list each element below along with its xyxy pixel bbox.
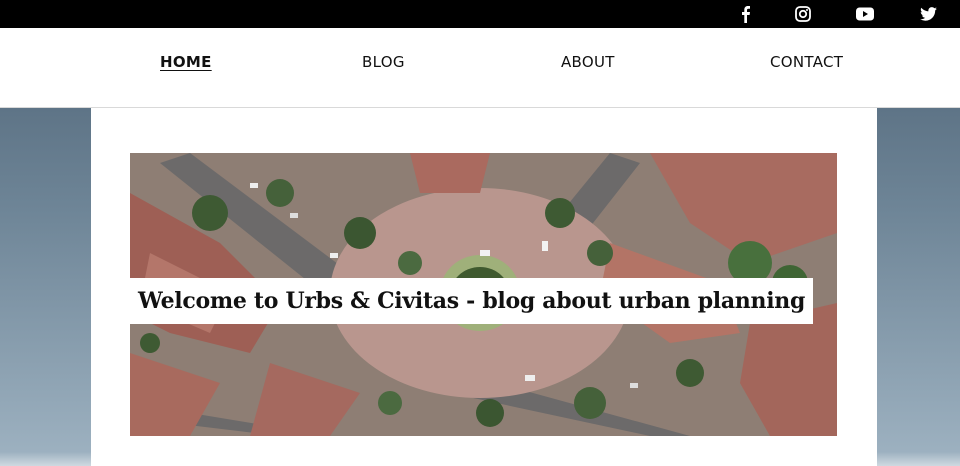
instagram-icon[interactable] <box>792 4 814 24</box>
social-bar <box>0 0 960 28</box>
hero-title: Welcome to Urbs & Civitas - blog about u… <box>138 288 806 314</box>
main-navigation: HOME BLOG ABOUT CONTACT <box>0 28 960 108</box>
nav-home[interactable]: HOME <box>160 52 212 72</box>
youtube-icon[interactable] <box>854 4 876 24</box>
nav-contact[interactable]: CONTACT <box>770 52 843 72</box>
twitter-icon[interactable] <box>917 4 939 24</box>
page-bottom-fade <box>0 452 960 466</box>
nav-blog[interactable]: BLOG <box>362 52 405 72</box>
nav-about[interactable]: ABOUT <box>561 52 615 72</box>
content-area: Welcome to Urbs & Civitas - blog about u… <box>91 108 877 466</box>
facebook-icon[interactable] <box>734 4 756 24</box>
hero-title-banner: Welcome to Urbs & Civitas - blog about u… <box>130 278 814 324</box>
